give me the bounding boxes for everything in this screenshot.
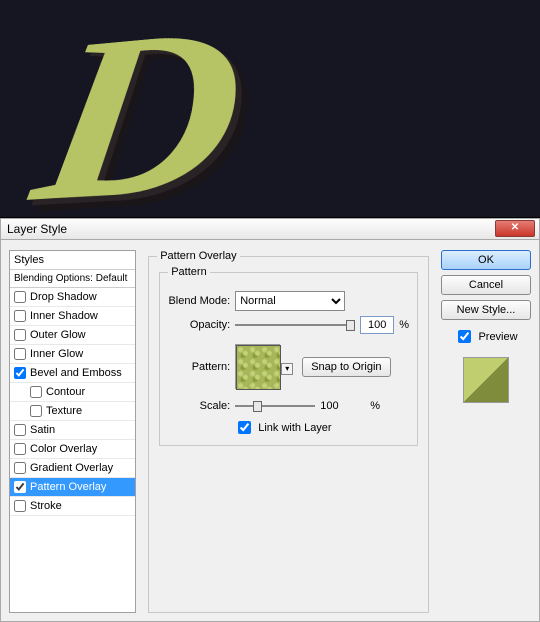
- style-checkbox[interactable]: [14, 462, 26, 474]
- style-checkbox[interactable]: [14, 367, 26, 379]
- style-item-inner-shadow[interactable]: Inner Shadow: [10, 307, 135, 326]
- style-item-pattern-overlay[interactable]: Pattern Overlay: [10, 478, 135, 497]
- chevron-down-icon[interactable]: ▾: [281, 363, 293, 375]
- style-item-gradient-overlay[interactable]: Gradient Overlay: [10, 459, 135, 478]
- style-checkbox[interactable]: [14, 329, 26, 341]
- style-item-drop-shadow[interactable]: Drop Shadow: [10, 288, 135, 307]
- style-checkbox[interactable]: [14, 443, 26, 455]
- style-checkbox[interactable]: [14, 424, 26, 436]
- pattern-label: Pattern:: [168, 361, 230, 373]
- subgroup-title: Pattern: [168, 266, 209, 278]
- preview-checkbox[interactable]: [458, 330, 471, 343]
- style-item-label: Color Overlay: [30, 443, 97, 455]
- new-style-button[interactable]: New Style...: [441, 300, 531, 320]
- group-title: Pattern Overlay: [157, 250, 239, 262]
- style-item-label: Contour: [46, 386, 85, 398]
- pattern-swatch-dropdown[interactable]: ▾: [235, 344, 280, 389]
- scale-slider[interactable]: [235, 399, 315, 413]
- rendered-letter: D: [19, 0, 482, 218]
- style-checkbox[interactable]: [14, 348, 26, 360]
- style-item-satin[interactable]: Satin: [10, 421, 135, 440]
- style-item-bevel-and-emboss[interactable]: Bevel and Emboss: [10, 364, 135, 383]
- opacity-slider[interactable]: [235, 318, 355, 332]
- style-item-outer-glow[interactable]: Outer Glow: [10, 326, 135, 345]
- style-item-inner-glow[interactable]: Inner Glow: [10, 345, 135, 364]
- style-checkbox[interactable]: [14, 481, 26, 493]
- style-item-color-overlay[interactable]: Color Overlay: [10, 440, 135, 459]
- style-item-label: Texture: [46, 405, 82, 417]
- blend-mode-select[interactable]: Normal: [235, 291, 345, 311]
- pattern-overlay-group: Pattern Overlay Pattern Blend Mode: Norm…: [148, 250, 429, 613]
- style-item-stroke[interactable]: Stroke: [10, 497, 135, 516]
- pattern-swatch: [236, 345, 281, 390]
- preview-thumbnail: [463, 357, 509, 403]
- style-item-label: Outer Glow: [30, 329, 86, 341]
- blend-mode-label: Blend Mode:: [168, 295, 230, 307]
- action-buttons-panel: OK Cancel New Style... Preview: [441, 250, 531, 613]
- style-item-texture[interactable]: Texture: [10, 402, 135, 421]
- style-item-label: Gradient Overlay: [30, 462, 113, 474]
- style-item-label: Inner Glow: [30, 348, 83, 360]
- settings-panel: Pattern Overlay Pattern Blend Mode: Norm…: [142, 250, 435, 613]
- style-item-label: Bevel and Emboss: [30, 367, 122, 379]
- window-close-button[interactable]: ✕: [495, 220, 535, 237]
- preview-label[interactable]: Preview: [478, 331, 517, 343]
- styles-list-panel: Styles Blending Options: Default Drop Sh…: [9, 250, 136, 613]
- snap-to-origin-button[interactable]: Snap to Origin: [302, 357, 390, 377]
- opacity-input[interactable]: [360, 316, 394, 334]
- scale-label: Scale:: [168, 400, 230, 412]
- styles-header[interactable]: Styles: [10, 251, 135, 270]
- opacity-label: Opacity:: [168, 319, 230, 331]
- close-icon: ✕: [511, 222, 519, 233]
- style-item-label: Inner Shadow: [30, 310, 98, 322]
- style-item-contour[interactable]: Contour: [10, 383, 135, 402]
- blending-options-item[interactable]: Blending Options: Default: [10, 270, 135, 288]
- pattern-subgroup: Pattern Blend Mode: Normal Opacity:: [159, 266, 418, 446]
- style-checkbox[interactable]: [14, 310, 26, 322]
- style-checkbox[interactable]: [30, 386, 42, 398]
- cancel-button[interactable]: Cancel: [441, 275, 531, 295]
- style-item-label: Pattern Overlay: [30, 481, 106, 493]
- dialog-titlebar: Layer Style ✕: [0, 218, 540, 240]
- style-checkbox[interactable]: [30, 405, 42, 417]
- opacity-percent: %: [399, 319, 409, 331]
- link-with-layer-checkbox[interactable]: [238, 421, 251, 434]
- scale-value: 100: [320, 400, 365, 412]
- ok-button[interactable]: OK: [441, 250, 531, 270]
- link-with-layer-label[interactable]: Link with Layer: [258, 422, 331, 434]
- dialog-title: Layer Style: [1, 222, 67, 236]
- document-canvas-preview: D: [0, 0, 540, 218]
- style-item-label: Drop Shadow: [30, 291, 97, 303]
- style-item-label: Satin: [30, 424, 55, 436]
- style-checkbox[interactable]: [14, 500, 26, 512]
- scale-percent: %: [370, 400, 380, 412]
- style-item-label: Stroke: [30, 500, 62, 512]
- style-checkbox[interactable]: [14, 291, 26, 303]
